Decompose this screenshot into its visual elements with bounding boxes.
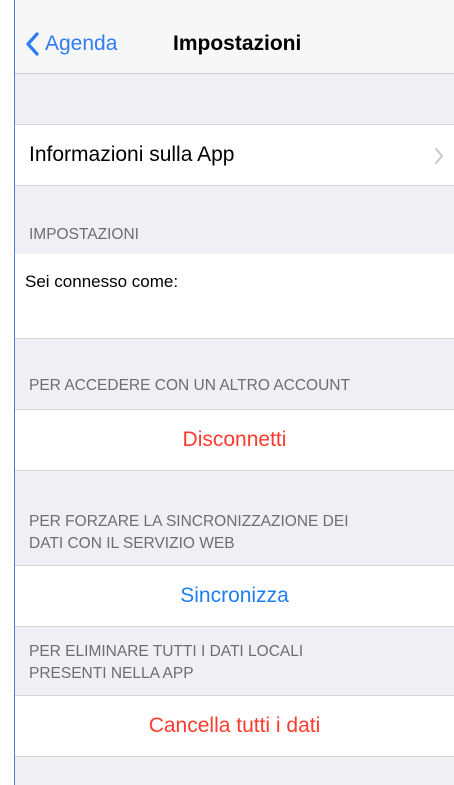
logout-section-header: PER ACCEDERE CON UN ALTRO ACCOUNT <box>29 377 350 394</box>
settings-section-header: IMPOSTAZIONI <box>29 226 139 243</box>
sync-section-header: PER FORZARE LA SINCRONIZZAZIONE DEI DATI… <box>15 471 454 565</box>
sync-button[interactable]: Sincronizza <box>15 565 454 627</box>
chevron-left-icon <box>25 32 45 56</box>
back-button-label: Agenda <box>45 32 118 55</box>
connected-as-label: Sei connesso come: <box>25 272 179 291</box>
settings-screen: Agenda Impostazioni Informazioni sulla A… <box>14 0 454 785</box>
app-info-row[interactable]: Informazioni sulla App <box>15 124 454 186</box>
back-button[interactable]: Agenda <box>25 27 117 61</box>
delete-section-header: PER ELIMINARE TUTTI I DATI LOCALI PRESEN… <box>15 627 454 695</box>
navigation-bar: Agenda Impostazioni <box>15 0 454 74</box>
logout-button[interactable]: Disconnetti <box>15 409 454 471</box>
app-info-label: Informazioni sulla App <box>29 143 235 166</box>
logout-button-label: Disconnetti <box>182 428 287 451</box>
page-title: Impostazioni <box>173 32 302 55</box>
delete-header-line1: PER ELIMINARE TUTTI I DATI LOCALI <box>29 643 304 660</box>
chevron-right-icon <box>434 147 444 171</box>
top-spacer <box>15 74 454 124</box>
sync-header-line2: DATI CON IL SERVIZIO WEB <box>29 535 235 552</box>
delete-all-data-label: Cancella tutti i dati <box>148 714 321 737</box>
delete-header-line2: PRESENTI NELLA APP <box>29 665 194 682</box>
connected-as-row: Sei connesso come: <box>15 254 454 339</box>
sync-button-label: Sincronizza <box>180 584 289 607</box>
sync-header-line1: PER FORZARE LA SINCRONIZZAZIONE DEI <box>29 513 349 530</box>
delete-all-data-button[interactable]: Cancella tutti i dati <box>15 695 454 757</box>
